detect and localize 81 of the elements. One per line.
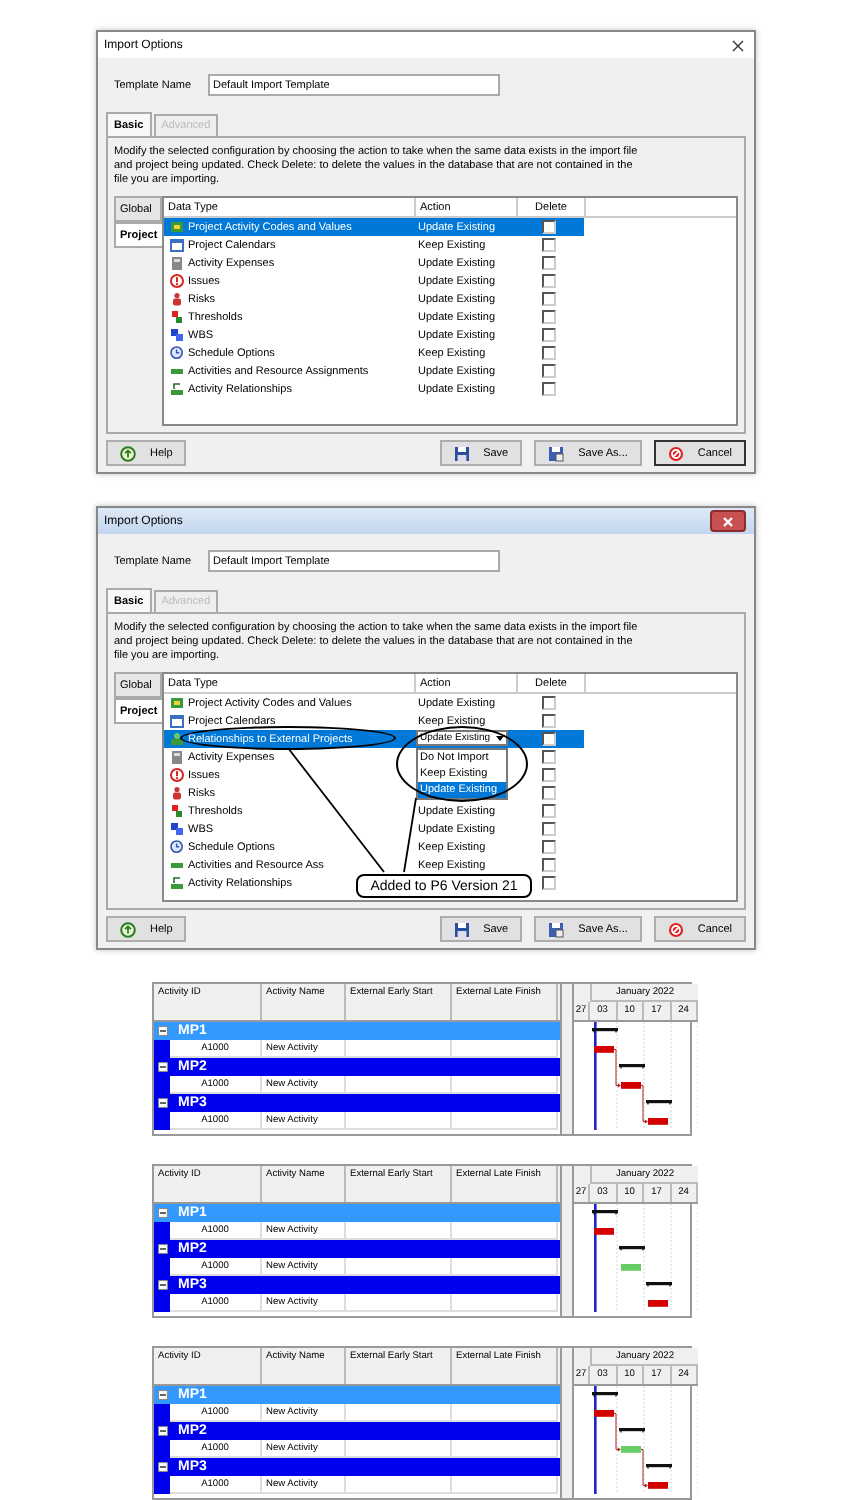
delete-checkbox[interactable] xyxy=(542,292,556,306)
blocks-icon xyxy=(169,822,183,836)
summary-bar xyxy=(592,1028,618,1034)
flag-icon xyxy=(169,310,183,324)
delete-checkbox[interactable] xyxy=(542,732,556,746)
link-icon xyxy=(169,876,183,890)
clock-icon xyxy=(169,346,183,360)
collapse-icon[interactable] xyxy=(158,1098,168,1108)
collapse-icon[interactable] xyxy=(158,1026,168,1036)
help-icon xyxy=(120,445,136,461)
delete-checkbox[interactable] xyxy=(542,310,556,324)
close-icon xyxy=(722,515,734,527)
delete-checkbox[interactable] xyxy=(542,768,556,782)
summary-bar xyxy=(619,1428,645,1434)
floppy-icon xyxy=(548,445,565,461)
calendar-icon xyxy=(169,238,183,252)
delete-checkbox[interactable] xyxy=(542,328,556,342)
summary-bar xyxy=(646,1282,672,1288)
close-button[interactable] xyxy=(710,510,746,532)
delete-checkbox[interactable] xyxy=(542,840,556,854)
delete-checkbox[interactable] xyxy=(542,346,556,360)
floppy-icon xyxy=(453,445,470,461)
collapse-icon[interactable] xyxy=(158,1426,168,1436)
summary-bar xyxy=(619,1246,645,1252)
tag-icon xyxy=(169,220,183,234)
empty-cell xyxy=(346,1294,452,1312)
collapse-icon[interactable] xyxy=(158,1208,168,1218)
delete-checkbox[interactable] xyxy=(542,220,556,234)
data-date-line xyxy=(594,1022,597,1130)
delete-checkbox[interactable] xyxy=(542,786,556,800)
delete-checkbox[interactable] xyxy=(542,750,556,764)
summary-bar xyxy=(592,1392,618,1398)
clock-icon xyxy=(169,840,183,854)
delete-checkbox[interactable] xyxy=(542,382,556,396)
data-date-line xyxy=(594,1204,597,1312)
exclamation-icon xyxy=(169,274,183,288)
collapse-icon[interactable] xyxy=(158,1280,168,1290)
help-icon xyxy=(120,921,136,937)
delete-checkbox[interactable] xyxy=(542,876,556,890)
calculator-icon xyxy=(169,256,183,270)
delete-checkbox[interactable] xyxy=(542,364,556,378)
delete-checkbox[interactable] xyxy=(542,696,556,710)
empty-cell xyxy=(452,1112,558,1130)
delete-checkbox[interactable] xyxy=(542,238,556,252)
summary-bar xyxy=(646,1464,672,1470)
delete-checkbox[interactable] xyxy=(542,256,556,270)
collapse-icon[interactable] xyxy=(158,1462,168,1472)
exclamation-icon xyxy=(169,768,183,782)
calendar-icon xyxy=(169,714,183,728)
empty-cell xyxy=(346,1476,452,1494)
cancel-icon xyxy=(667,921,684,937)
close-icon[interactable] xyxy=(732,39,744,51)
figure-icon xyxy=(169,786,183,800)
figure-icon xyxy=(169,292,183,306)
caret-icon xyxy=(496,735,504,741)
floppy-icon xyxy=(548,921,565,937)
delete-checkbox[interactable] xyxy=(542,714,556,728)
blocks-icon xyxy=(169,328,183,342)
tag-icon xyxy=(169,696,183,710)
empty-cell xyxy=(452,1294,558,1312)
delete-checkbox[interactable] xyxy=(542,804,556,818)
calculator-icon xyxy=(169,750,183,764)
collapse-icon[interactable] xyxy=(158,1244,168,1254)
delete-checkbox[interactable] xyxy=(542,822,556,836)
delete-checkbox[interactable] xyxy=(542,858,556,872)
link-icon xyxy=(169,382,183,396)
flag-icon xyxy=(169,804,183,818)
collapse-icon[interactable] xyxy=(158,1390,168,1400)
collapse-icon[interactable] xyxy=(158,1062,168,1072)
empty-cell xyxy=(452,1476,558,1494)
summary-bar xyxy=(646,1100,672,1106)
bar-icon xyxy=(169,364,183,378)
floppy-icon xyxy=(453,921,470,937)
delete-checkbox[interactable] xyxy=(542,274,556,288)
empty-cell xyxy=(346,1112,452,1130)
link-icon xyxy=(169,732,183,746)
cancel-icon xyxy=(667,445,684,461)
data-date-line xyxy=(594,1386,597,1494)
bar-icon xyxy=(169,858,183,872)
summary-bar xyxy=(592,1210,618,1216)
summary-bar xyxy=(619,1064,645,1070)
